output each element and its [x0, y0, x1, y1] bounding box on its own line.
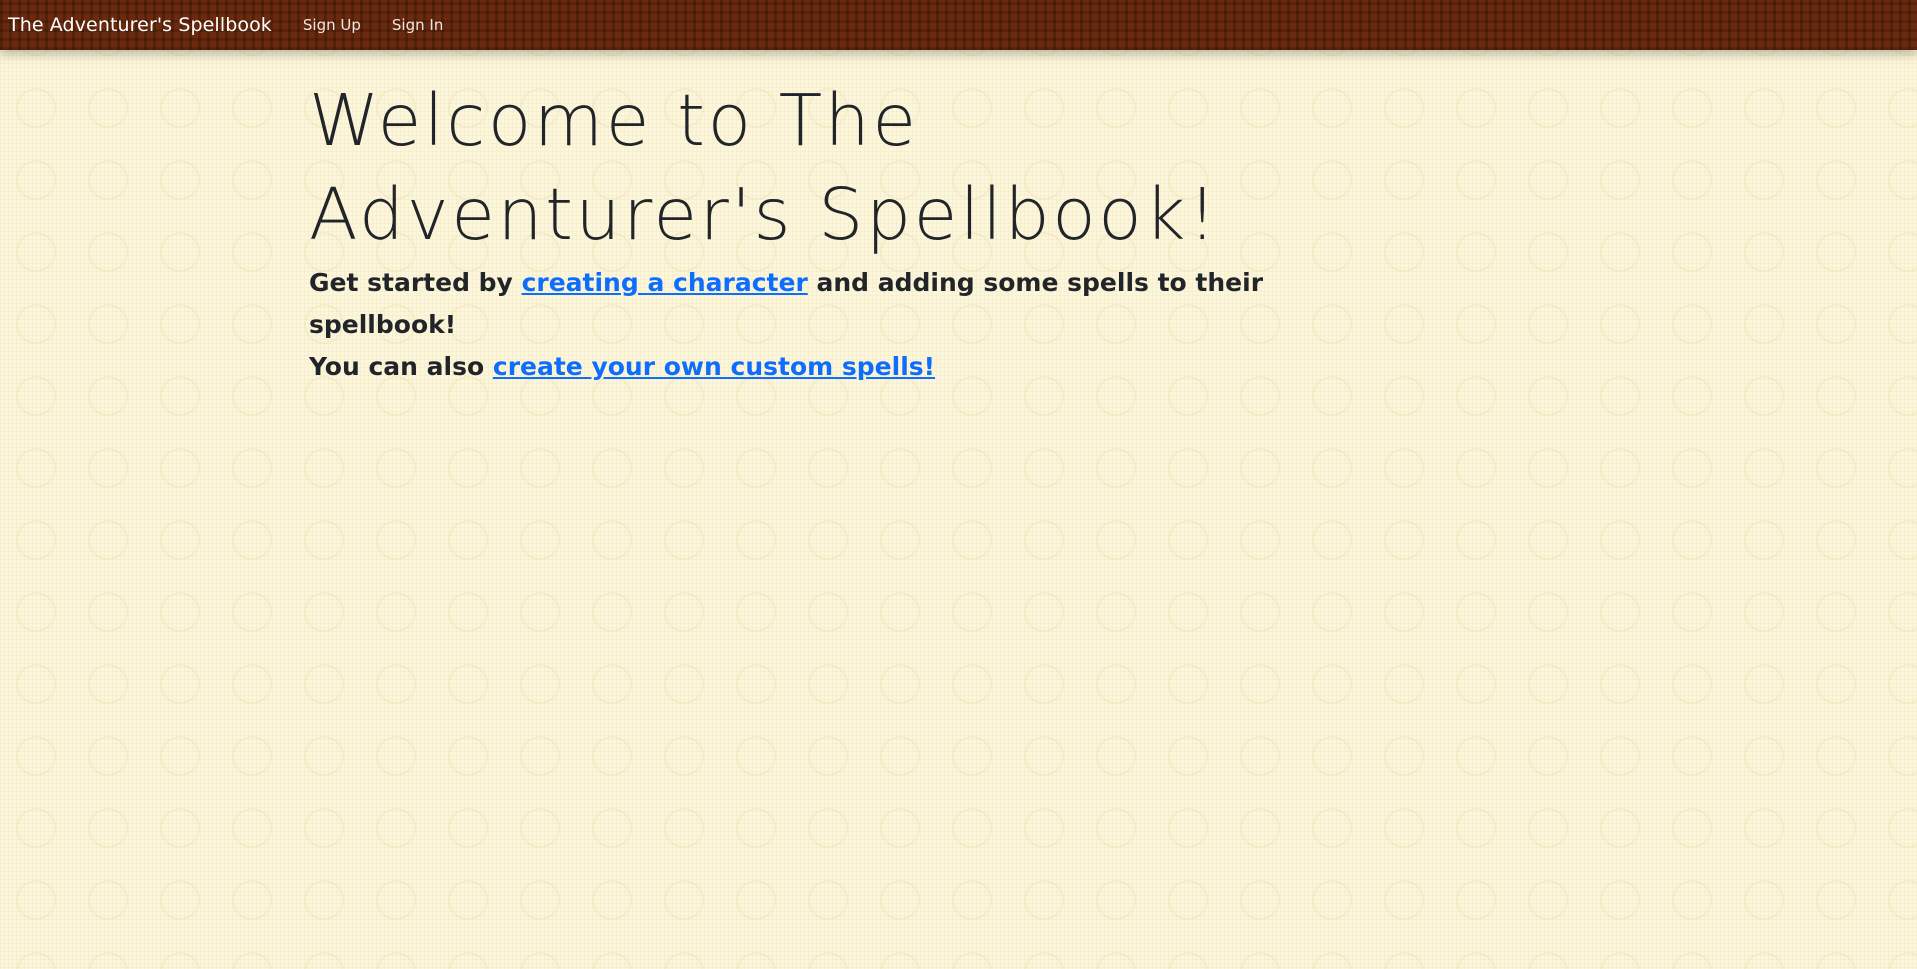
intro-line-2: You can also create your own custom spel… [309, 346, 1409, 388]
nav-sign-up-link[interactable]: Sign Up [303, 16, 361, 34]
navbar: The Adventurer's Spellbook Sign Up Sign … [0, 0, 1917, 50]
create-custom-spells-link[interactable]: create your own custom spells! [493, 352, 935, 381]
nav-sign-in-link[interactable]: Sign In [392, 16, 443, 34]
main-content: Welcome to The Adventurer's Spellbook! G… [309, 74, 1409, 388]
brand-link[interactable]: The Adventurer's Spellbook [8, 14, 272, 36]
create-character-link[interactable]: creating a character [522, 268, 808, 297]
intro-line-1-prefix: Get started by [309, 268, 522, 297]
intro-line-2-prefix: You can also [309, 352, 493, 381]
intro-line-1: Get started by creating a character and … [309, 262, 1409, 346]
page-title: Welcome to The Adventurer's Spellbook! [309, 79, 1220, 256]
